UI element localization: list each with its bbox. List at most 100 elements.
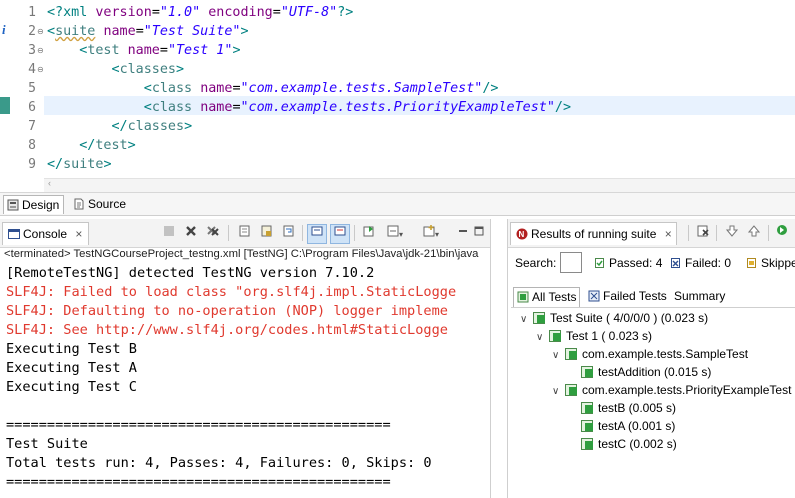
line-number: 7 — [28, 119, 36, 134]
all-tests-icon — [517, 291, 529, 303]
remove-launch-icon[interactable] — [182, 224, 200, 242]
clear-results-icon[interactable] — [694, 224, 712, 242]
test-node[interactable]: ∨ Test 1 ( 0.023 s) — [536, 327, 652, 345]
close-icon[interactable]: × — [665, 227, 672, 241]
code-line-6: <class name="com.example.tests.PriorityE… — [143, 100, 572, 115]
expand-chevron-icon[interactable]: ∨ — [520, 311, 532, 329]
previous-failure-icon[interactable] — [745, 224, 763, 242]
xml-editor[interactable]: i 1 2 3 4 5 6 7 8 9 ⊖ ⊖ ⊖ <?xml version=… — [0, 0, 795, 193]
tree-node-label: testA (0.001 s) — [598, 419, 676, 433]
code-line-2: <suite name="Test Suite"> — [47, 24, 249, 39]
pass-status-icon — [564, 383, 578, 397]
line-number: 4 — [28, 62, 36, 77]
scroll-lock-icon[interactable] — [258, 224, 276, 242]
passed-count: Passed: 4 — [594, 256, 662, 270]
pass-status-icon — [580, 401, 594, 415]
fold-toggle-icon[interactable]: ⊖ — [37, 41, 44, 60]
failed-tests-icon — [588, 290, 600, 302]
next-failure-icon[interactable] — [723, 224, 741, 242]
console-line: Executing Test B — [6, 341, 137, 357]
pass-status-icon — [532, 311, 546, 325]
horizontal-scrollbar[interactable]: ‹ — [44, 178, 795, 193]
pass-status-icon — [580, 419, 594, 433]
fold-toggle-icon[interactable]: ⊖ — [37, 22, 44, 41]
tab-all-tests[interactable]: All Tests — [513, 287, 581, 307]
console-line: Test Suite — [6, 436, 88, 452]
toolbar-separator — [688, 225, 689, 241]
testng-icon: N — [516, 228, 528, 240]
display-selected-console-icon[interactable]: ▾ — [382, 224, 408, 242]
console-output[interactable]: [RemoteTestNG] detected TestNG version 7… — [6, 264, 456, 492]
test-method-node[interactable]: testC (0.002 s) — [568, 435, 677, 453]
tab-design[interactable]: Design — [3, 195, 65, 214]
pass-status-icon — [548, 329, 562, 343]
console-line: [RemoteTestNG] detected TestNG version 7… — [6, 265, 375, 281]
open-console-icon[interactable]: ▾ — [418, 224, 444, 242]
code-line-9: </suite> — [47, 157, 112, 172]
testng-results-view: N Results of running suite × Search: Pass… — [507, 219, 795, 498]
word-wrap-icon[interactable] — [280, 224, 298, 242]
search-input[interactable] — [560, 252, 582, 273]
console-line: Total tests run: 4, Passes: 4, Failures:… — [6, 455, 432, 471]
source-file-icon — [74, 198, 84, 210]
show-on-stdout-icon[interactable] — [307, 224, 327, 244]
tree-node-label: testAddition (0.015 s) — [598, 365, 712, 379]
tab-console[interactable]: Console × — [2, 222, 90, 245]
code-line-8: </test> — [79, 138, 136, 153]
console-line: SLF4J: See http://www.slf4j.org/codes.ht… — [6, 322, 448, 338]
tree-node-label: com.example.tests.PriorityExampleTest — [582, 383, 792, 397]
tab-failed-tests[interactable]: Failed Tests — [585, 287, 670, 306]
pin-console-icon[interactable] — [360, 224, 378, 242]
show-on-stderr-icon[interactable] — [330, 224, 350, 244]
toolbar-separator — [302, 225, 303, 241]
console-line: ========================================… — [6, 474, 391, 490]
line-number: 2 — [28, 24, 36, 39]
tree-node-label: testC (0.002 s) — [598, 437, 677, 451]
tree-node-label: testB (0.005 s) — [598, 401, 677, 415]
maximize-icon[interactable] — [470, 224, 488, 242]
pass-status-icon — [580, 437, 594, 451]
code-line-5: <class name="com.example.tests.SampleTes… — [143, 81, 499, 96]
test-class-node[interactable]: ∨ com.example.tests.SampleTest — [552, 345, 748, 363]
remove-all-icon[interactable] — [204, 224, 222, 242]
test-method-node[interactable]: testB (0.005 s) — [568, 399, 676, 417]
code-line-1: <?xml version="1.0" encoding="UTF-8"?> — [47, 5, 354, 20]
console-line: ========================================… — [6, 417, 391, 433]
expand-chevron-icon[interactable]: ∨ — [536, 329, 548, 347]
console-tab-bar: Console × ▾ ▾ — [0, 219, 490, 248]
design-icon — [7, 199, 19, 211]
line-number: 9 — [28, 157, 36, 172]
tab-source[interactable]: Source — [70, 195, 130, 213]
testng-tab-bar: N Results of running suite × — [508, 219, 795, 248]
clear-console-icon[interactable] — [236, 224, 254, 242]
line-number: 3 — [28, 43, 36, 58]
passed-icon — [595, 258, 604, 268]
code-line-3: <test name="Test 1"> — [79, 43, 241, 58]
svg-text:N: N — [519, 230, 525, 239]
suite-node[interactable]: ∨ Test Suite ( 4/0/0/0 ) (0.023 s) — [520, 309, 708, 327]
toolbar-separator — [716, 225, 717, 241]
line-number: 6 — [28, 100, 36, 115]
line-number: 5 — [28, 81, 36, 96]
failed-count: Failed: 0 — [670, 256, 731, 270]
console-line: Executing Test C — [6, 379, 137, 395]
test-method-node[interactable]: testA (0.001 s) — [568, 417, 675, 435]
tree-node-label: Test Suite ( 4/0/0/0 ) (0.023 s) — [550, 311, 709, 325]
line-number-gutter: i 1 2 3 4 5 6 7 8 9 ⊖ ⊖ ⊖ — [0, 0, 44, 192]
results-subtabs: All Tests Failed Tests Summary — [511, 287, 795, 308]
close-icon[interactable]: × — [75, 227, 82, 241]
tab-testng-results[interactable]: N Results of running suite × — [510, 222, 677, 245]
terminate-icon[interactable] — [160, 224, 178, 242]
tab-summary[interactable]: Summary — [671, 287, 728, 306]
rerun-icon[interactable] — [774, 224, 792, 242]
test-class-node[interactable]: ∨ com.example.tests.PriorityExampleTest — [552, 381, 791, 399]
expand-chevron-icon[interactable]: ∨ — [552, 383, 564, 401]
skipped-icon — [747, 258, 756, 268]
console-line: SLF4J: Defaulting to no-operation (NOP) … — [6, 303, 448, 319]
test-method-node[interactable]: testAddition (0.015 s) — [568, 363, 711, 381]
scroll-left-icon[interactable]: ‹ — [48, 178, 51, 188]
console-line: SLF4J: Failed to load class "org.slf4j.i… — [6, 284, 457, 300]
fold-toggle-icon[interactable]: ⊖ — [37, 60, 44, 79]
expand-chevron-icon[interactable]: ∨ — [552, 347, 564, 365]
